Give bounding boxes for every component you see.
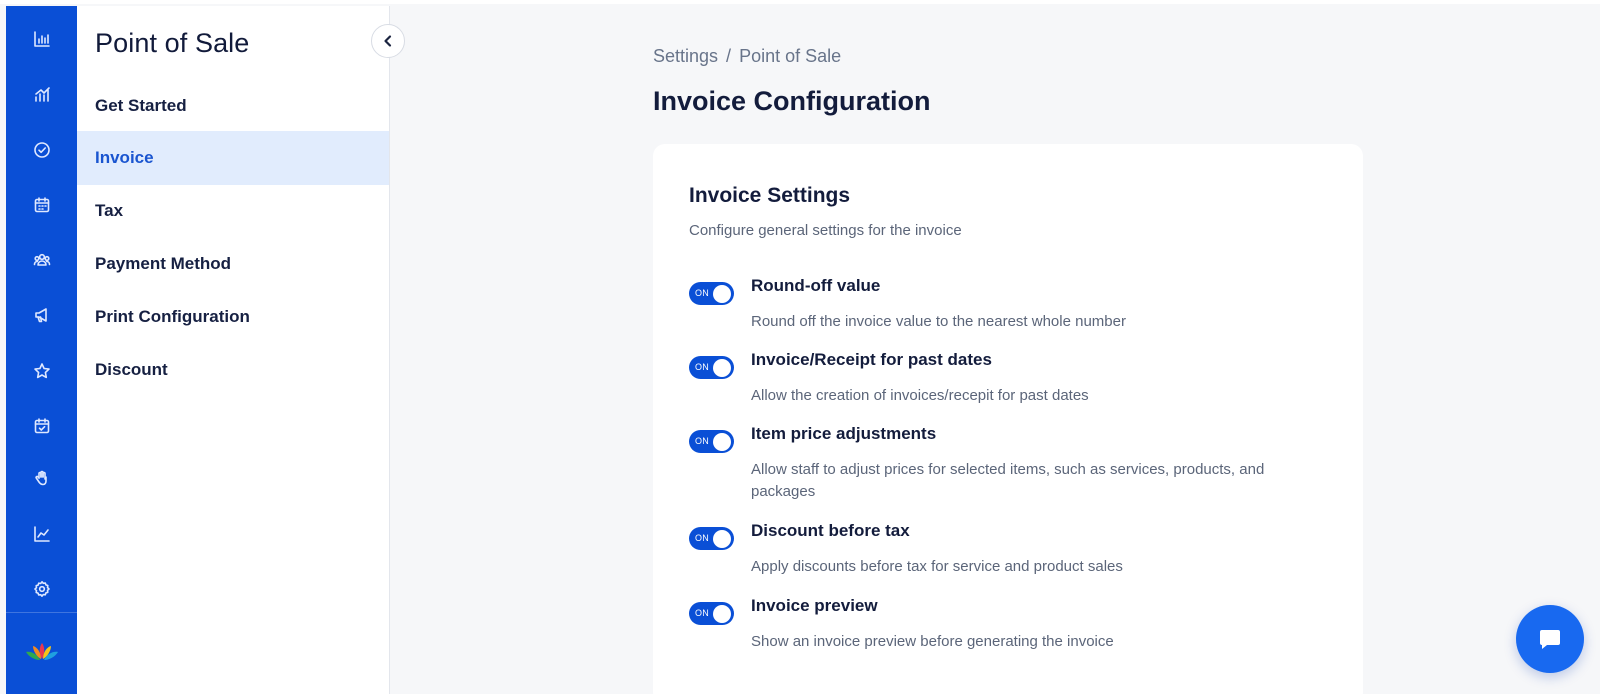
card-title: Invoice Settings (689, 184, 851, 207)
setting-title: Round-off value (751, 276, 881, 295)
toggle-knob (713, 358, 731, 377)
team-icon[interactable] (6, 240, 77, 280)
sidebar-item-print-configuration[interactable]: Print Configuration (77, 290, 389, 344)
setting-title: Item price adjustments (751, 424, 937, 443)
chat-button[interactable] (1516, 605, 1584, 673)
round-off-toggle[interactable]: ON (689, 282, 734, 305)
toggle-state-label: ON (695, 436, 709, 446)
calendar-icon[interactable] (6, 185, 77, 225)
sidebar-item-get-started[interactable]: Get Started (77, 79, 389, 133)
app-shell: Point of Sale Get Started Invoice Tax Pa… (0, 4, 1600, 694)
card-description: Configure general settings for the invoi… (689, 222, 962, 239)
settings-sidebar: Point of Sale Get Started Invoice Tax Pa… (77, 6, 390, 694)
calendar-check-icon[interactable] (6, 406, 77, 446)
sidebar-title: Point of Sale (95, 28, 250, 58)
hand-icon[interactable] (6, 458, 77, 498)
lotus-logo[interactable] (22, 640, 62, 664)
breadcrumb-current: Point of Sale (739, 46, 842, 66)
sidebar-item-invoice[interactable]: Invoice (77, 131, 389, 185)
setting-title: Invoice/Receipt for past dates (751, 350, 992, 369)
analytics-icon[interactable] (6, 74, 77, 114)
setting-description: Allow the creation of invoices/recepit f… (751, 387, 1089, 404)
collapse-sidebar-button[interactable] (371, 24, 405, 58)
toggle-knob (713, 284, 731, 303)
megaphone-icon[interactable] (6, 295, 77, 335)
chat-bubble-icon (1540, 630, 1560, 649)
invoice-preview-toggle[interactable]: ON (689, 602, 734, 625)
price-adjustments-toggle[interactable]: ON (689, 430, 734, 453)
breadcrumb-separator: / (726, 46, 732, 66)
discount-before-tax-toggle[interactable]: ON (689, 527, 734, 550)
rail-divider (6, 612, 77, 613)
sidebar-item-payment-method[interactable]: Payment Method (77, 237, 389, 291)
sidebar-item-tax[interactable]: Tax (77, 184, 389, 238)
icon-rail (6, 6, 77, 694)
invoice-settings-card: Invoice Settings Configure general setti… (653, 144, 1363, 694)
breadcrumb: Settings / Point of Sale (653, 46, 841, 67)
setting-title: Discount before tax (751, 521, 910, 540)
toggle-state-label: ON (695, 362, 709, 372)
page-title: Invoice Configuration (653, 86, 931, 116)
check-circle-icon[interactable] (6, 130, 77, 170)
chevron-left-icon (384, 35, 392, 47)
setting-title: Invoice preview (751, 596, 878, 615)
toggle-knob (713, 604, 731, 623)
past-dates-toggle[interactable]: ON (689, 356, 734, 379)
star-icon[interactable] (6, 351, 77, 391)
setting-description: Allow staff to adjust prices for selecte… (751, 461, 1265, 500)
toggle-knob (713, 529, 731, 548)
bar-chart-icon[interactable] (6, 19, 77, 59)
toggle-knob (713, 432, 731, 451)
settings-icon[interactable] (6, 569, 77, 609)
toggle-state-label: ON (695, 608, 709, 618)
breadcrumb-settings-link[interactable]: Settings (653, 46, 718, 66)
sidebar-item-discount[interactable]: Discount (77, 343, 389, 397)
setting-description: Round off the invoice value to the neare… (751, 313, 1126, 330)
toggle-state-label: ON (695, 533, 709, 543)
toggle-state-label: ON (695, 288, 709, 298)
trend-chart-icon[interactable] (6, 514, 77, 554)
setting-description: Apply discounts before tax for service a… (751, 558, 1123, 575)
setting-description: Show an invoice preview before generatin… (751, 633, 1114, 650)
